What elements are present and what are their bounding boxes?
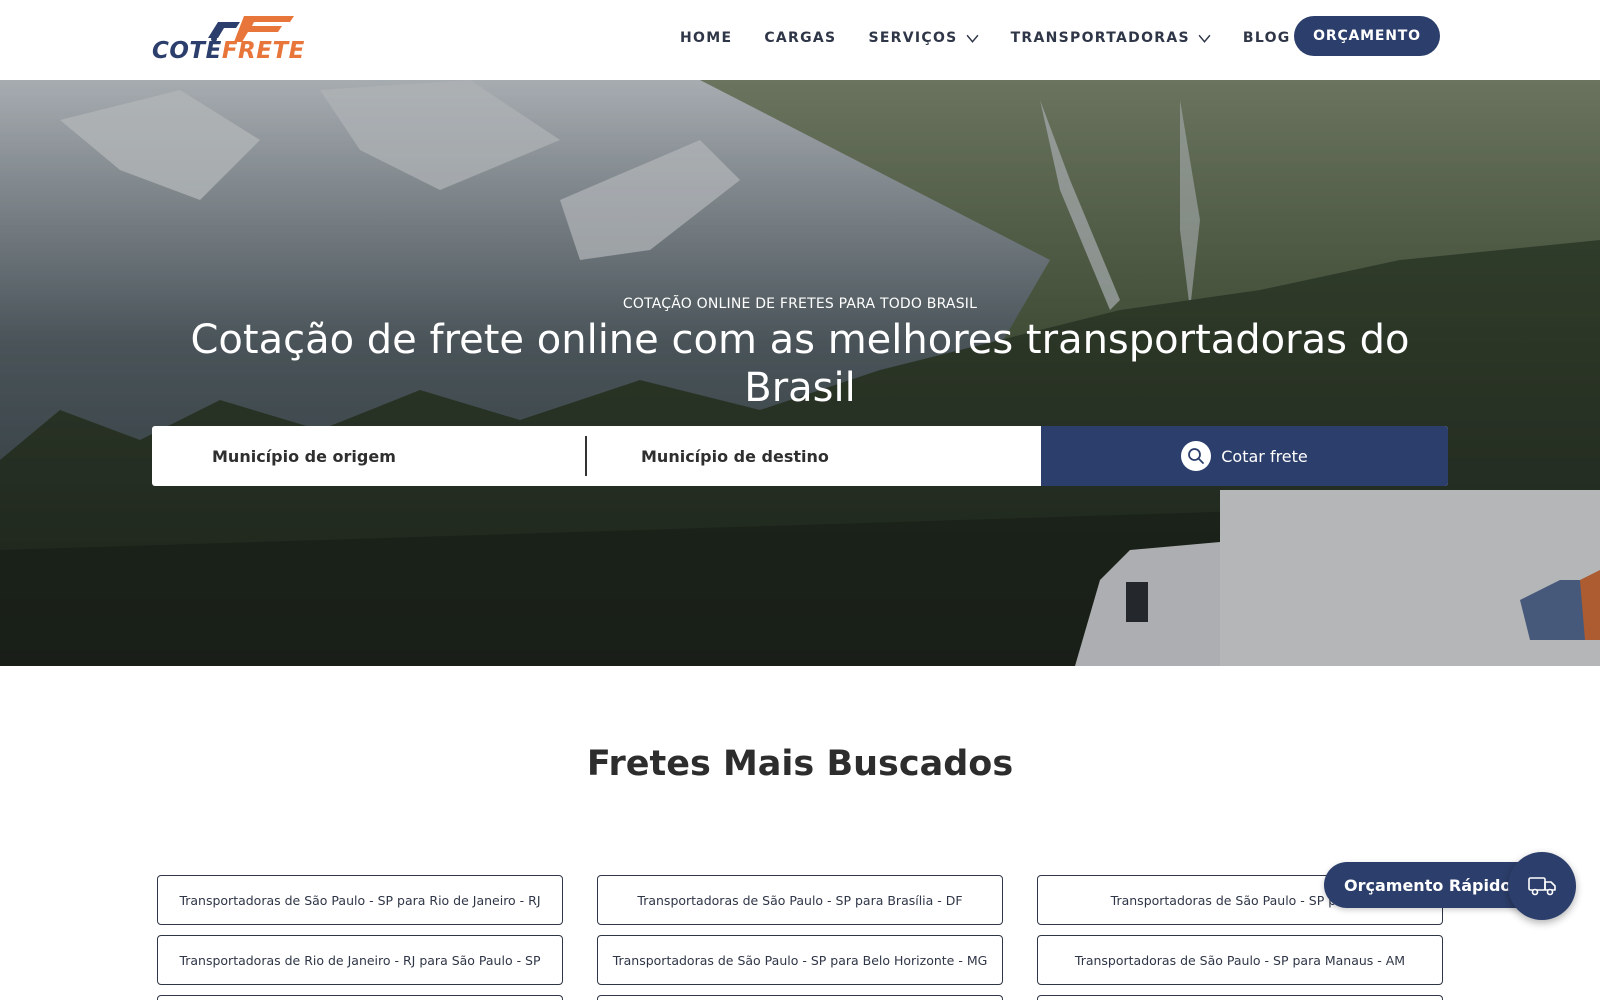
route-link[interactable]: Transportadoras de São Paulo - SP para B… [597, 875, 1003, 925]
logo-wordmark: COTEFRETE [152, 38, 305, 64]
route-link-partial[interactable] [157, 995, 563, 1000]
hero-section: COTAÇÃO ONLINE DE FRETES PARA TODO BRASI… [0, 80, 1600, 666]
cotar-frete-button[interactable]: Cotar frete [1041, 426, 1448, 486]
section-title-fretes: Fretes Mais Buscados [586, 744, 1014, 784]
route-link[interactable]: Transportadoras de Rio de Janeiro - RJ p… [157, 935, 563, 985]
main-nav: HOME CARGAS SERVIÇOS TRANSPORTADORAS BLO… [680, 0, 1323, 76]
origin-input[interactable]: Município de origem [152, 436, 587, 476]
nav-home-label: HOME [680, 30, 733, 46]
nav-servicos[interactable]: SERVIÇOS [868, 30, 979, 46]
hero-kicker: COTAÇÃO ONLINE DE FRETES PARA TODO BRASI… [622, 296, 978, 312]
nav-blog-label: BLOG [1242, 30, 1291, 46]
popular-routes-grid: Transportadoras de São Paulo - SP para R… [157, 875, 1443, 1000]
chevron-down-icon [966, 34, 979, 43]
search-icon [1181, 441, 1212, 471]
nav-cargas[interactable]: CARGAS [764, 30, 836, 46]
route-link-partial[interactable] [597, 995, 1003, 1000]
destination-input[interactable]: Município de destino [587, 426, 1041, 486]
cotefrete-logo[interactable]: COTEFRETE [152, 10, 322, 66]
route-link[interactable]: Transportadoras de São Paulo - SP para M… [1037, 935, 1443, 985]
hero-title: Cotação de frete online com as melhores … [190, 317, 1410, 411]
cotar-frete-label: Cotar frete [1221, 446, 1308, 466]
nav-home[interactable]: HOME [680, 30, 732, 46]
route-link[interactable]: Transportadoras de São Paulo - SP para R… [157, 875, 563, 925]
site-header: COTEFRETE HOME CARGAS SERVIÇOS TRANSPORT… [0, 0, 1600, 80]
logo-word-cote: COTE [152, 38, 222, 64]
nav-transportadoras[interactable]: TRANSPORTADORAS [1011, 30, 1211, 46]
chevron-down-icon [1198, 34, 1211, 43]
nav-transportadoras-label: TRANSPORTADORAS [1010, 30, 1190, 46]
freight-search-bar: Município de origem Município de destino… [152, 426, 1448, 486]
nav-servicos-label: SERVIÇOS [868, 30, 958, 46]
orcamento-button[interactable]: ORÇAMENTO [1294, 16, 1440, 56]
route-link-partial[interactable] [1037, 995, 1443, 1000]
nav-cargas-label: CARGAS [764, 30, 837, 46]
truck-icon[interactable] [1508, 852, 1576, 920]
route-link[interactable]: Transportadoras de São Paulo - SP para B… [597, 935, 1003, 985]
nav-blog[interactable]: BLOG [1243, 30, 1291, 46]
logo-word-frete: FRETE [221, 38, 305, 64]
